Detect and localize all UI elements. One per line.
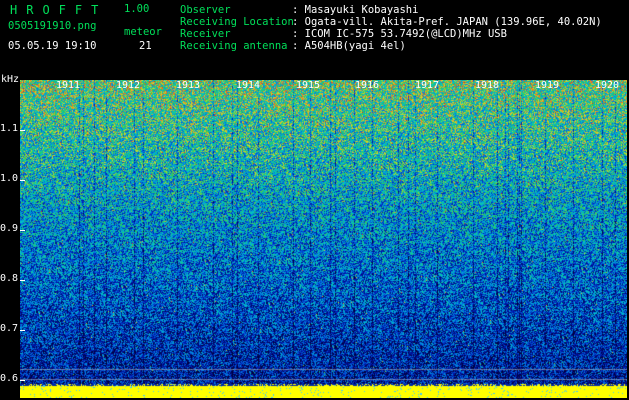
x-tick-label: 1919 (535, 80, 560, 91)
y-tick-label: 0.6 (0, 373, 18, 384)
location-label: Receiving Location (180, 16, 294, 28)
y-tick-label: 0.9 (0, 223, 18, 234)
y-tick-mark (20, 230, 25, 231)
receiver-label: Receiver (180, 28, 231, 40)
x-tick-label: 1918 (475, 80, 500, 91)
x-tick-label: 1916 (355, 80, 380, 91)
y-axis-unit: kHz (1, 74, 20, 85)
x-tick-label: 1913 (176, 80, 201, 91)
location-value: : Ogata-vill. Akita-Pref. JAPAN (139.96E… (292, 16, 602, 28)
antenna-label: Receiving antenna (180, 40, 288, 52)
antenna-value: : A504HB(yagi 4el) (292, 40, 406, 52)
x-tick-label: 1917 (415, 80, 440, 91)
app-version: 1.00 (124, 3, 150, 15)
y-tick-label: 1.1 (0, 123, 18, 134)
receiver-value: : ICOM IC-575 53.7492(@LCD)MHz USB (292, 28, 507, 40)
y-tick-label: 1.0 (0, 173, 18, 184)
app-name: HROFFT (10, 3, 108, 17)
y-tick-label: 0.7 (0, 323, 18, 334)
y-tick-mark (20, 330, 25, 331)
x-tick-label: 1920 (595, 80, 620, 91)
spectrogram (20, 80, 627, 398)
x-tick-label: 1912 (116, 80, 141, 91)
y-tick-label: 0.8 (0, 273, 18, 284)
observer-value: : Masayuki Kobayashi (292, 4, 419, 16)
x-tick-label: 1915 (296, 80, 321, 91)
observer-label: Observer (180, 4, 231, 16)
y-tick-mark (20, 380, 25, 381)
hrofft-window: HROFFT 1.00 0505191910.png meteor 05.05.… (0, 0, 629, 400)
datetime: 05.05.19 19:10 (8, 40, 97, 52)
y-tick-mark (20, 130, 25, 131)
x-tick-label: 1911 (56, 80, 81, 91)
y-tick-mark (20, 280, 25, 281)
spectrogram-canvas (20, 80, 627, 398)
meteor-count: 21 (139, 40, 152, 52)
file-name: 0505191910.png (8, 20, 97, 32)
y-tick-mark (20, 180, 25, 181)
meteor-label: meteor (124, 26, 162, 38)
x-tick-label: 1914 (236, 80, 261, 91)
